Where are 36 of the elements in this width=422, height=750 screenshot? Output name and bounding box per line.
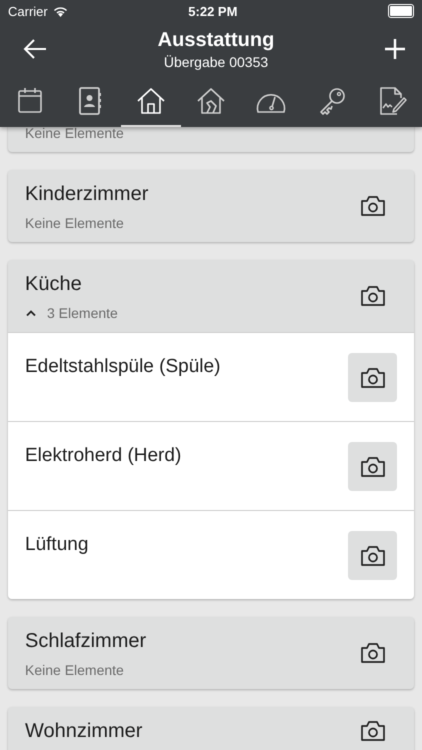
- camera-glyph: [360, 544, 386, 566]
- room-name: Schlafzimmer: [25, 629, 146, 654]
- camera-button[interactable]: [348, 531, 397, 580]
- element-name: Lüftung: [25, 533, 88, 557]
- room-card[interactable]: Wohnzimmer: [8, 707, 414, 750]
- element-row[interactable]: Edeltstahlspüle (Spüle): [8, 332, 414, 421]
- camera-icon: [360, 285, 386, 307]
- element-count: 3 Elemente: [47, 304, 118, 322]
- chevron-icon[interactable]: [25, 309, 37, 317]
- element-name: Edeltstahlspüle (Spüle): [25, 355, 220, 379]
- room-name: Wohnzimmer: [25, 719, 142, 744]
- camera-button[interactable]: [348, 353, 397, 402]
- room-card[interactable]: Kinderzimmer Keine Elemente: [8, 170, 414, 242]
- element-row[interactable]: Elektroherd (Herd): [8, 421, 414, 510]
- room-card[interactable]: Schlafzimmer Keine Elemente: [8, 617, 414, 689]
- room-name: Küche: [25, 272, 83, 297]
- room-card[interactable]: Küche 3 Elemente Edeltstahlspüle (Spüle) Elektroherd (Herd) Lüftung: [8, 260, 414, 599]
- room-card[interactable]: Keine Elemente: [8, 127, 414, 152]
- screen-subtitle: Übergabe 00353: [164, 54, 268, 70]
- screen-title: Ausstattung: [158, 28, 274, 52]
- camera-glyph: [360, 366, 386, 388]
- camera-icon: [360, 195, 386, 217]
- camera-button[interactable]: [348, 442, 397, 491]
- wifi-icon: [52, 6, 68, 16]
- element-count: Keine Elemente: [25, 127, 124, 142]
- clock-time: 5:22 PM: [188, 4, 238, 18]
- element-row[interactable]: Lüftung: [8, 510, 414, 599]
- element-count: Keine Elemente: [25, 661, 124, 679]
- room-name: Kinderzimmer: [25, 182, 148, 207]
- camera-icon: [360, 720, 386, 742]
- carrier-label: Carrier: [8, 4, 48, 18]
- camera-icon: [360, 642, 386, 664]
- element-count: Keine Elemente: [25, 214, 124, 232]
- camera-glyph: [360, 456, 386, 478]
- element-name: Elektroherd (Herd): [25, 444, 182, 468]
- battery-icon: [388, 4, 414, 18]
